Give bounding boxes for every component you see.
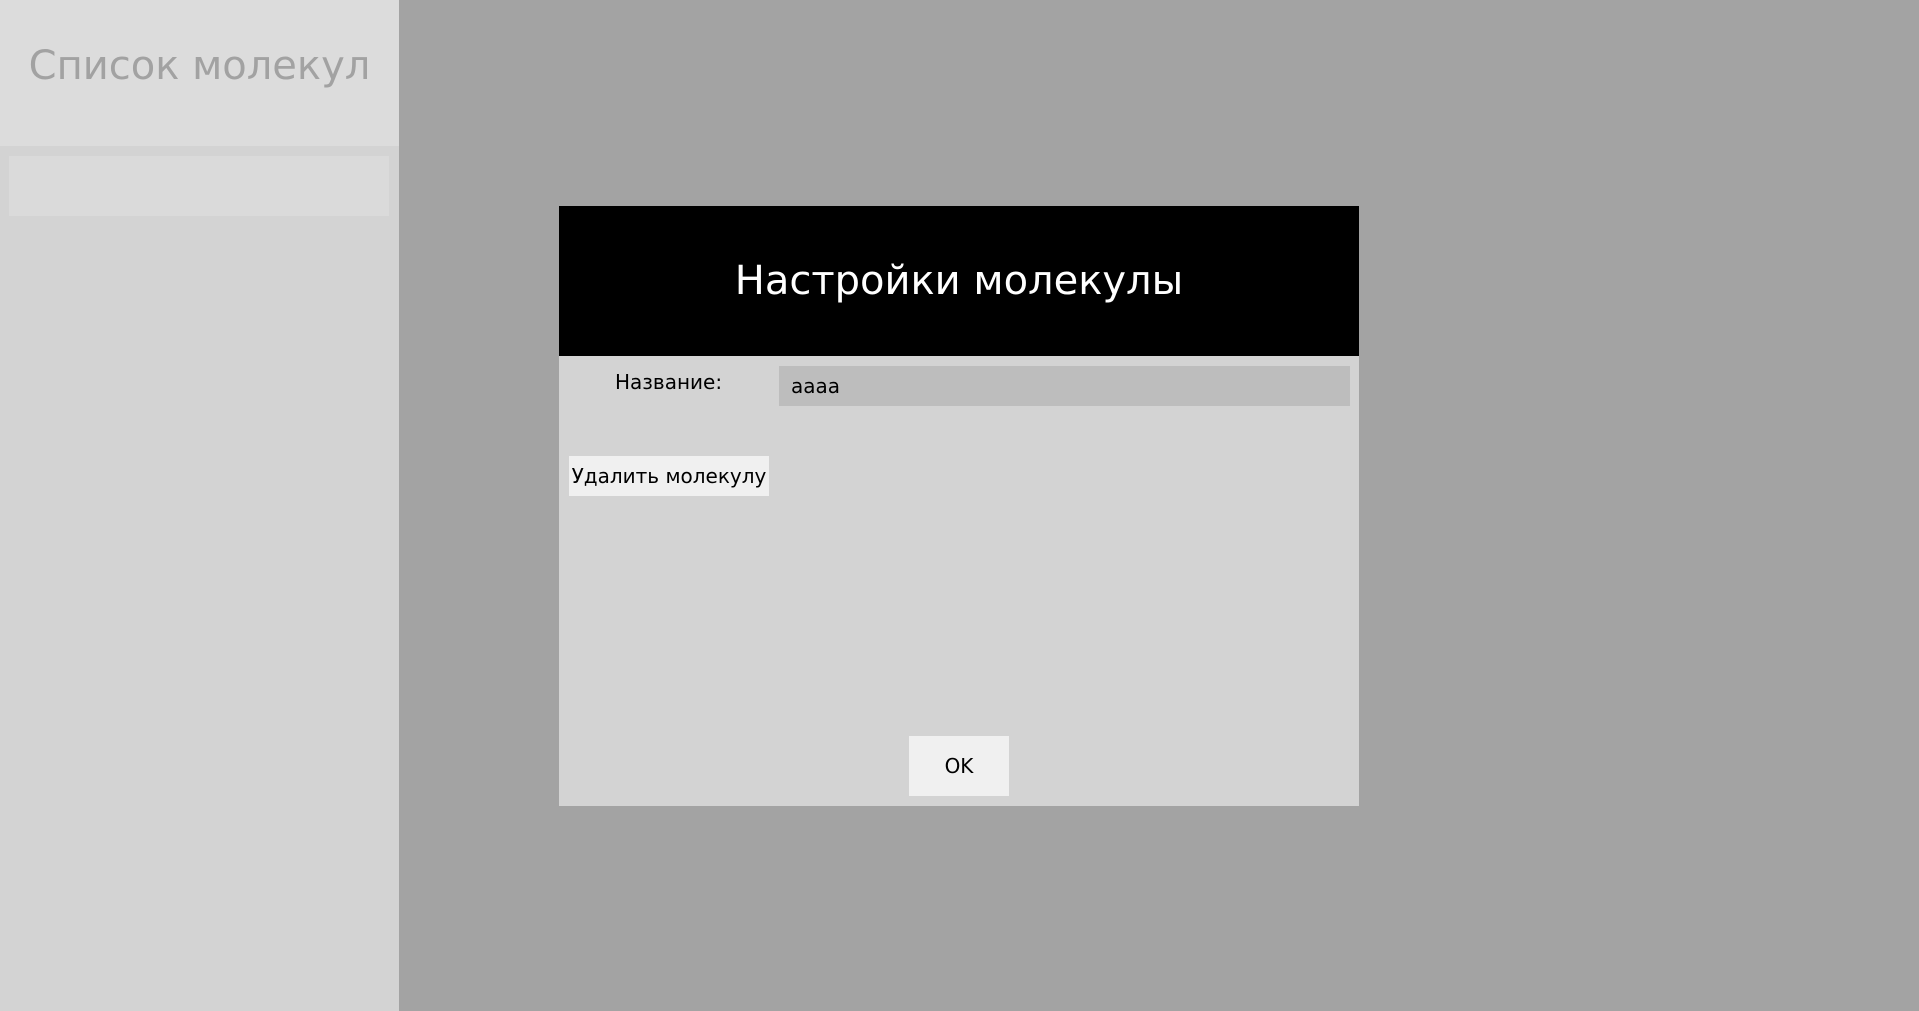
molecule-settings-dialog: Настройки молекулы Название: Удалить мол… [559,206,1359,806]
name-label: Название: [615,370,723,394]
sidebar-title: Список молекул [28,43,371,89]
dialog-title: Настройки молекулы [734,258,1184,304]
molecule-list-item[interactable] [9,156,389,216]
sidebar: Список молекул [0,0,399,1011]
ok-button[interactable]: OK [909,736,1009,796]
name-input[interactable] [779,366,1350,406]
delete-molecule-button[interactable]: Удалить молекулу [569,456,769,496]
app-window: Список молекул Настройки молекулы Назван… [0,0,1919,1011]
dialog-header: Настройки молекулы [559,206,1359,356]
sidebar-header: Список молекул [0,0,399,146]
